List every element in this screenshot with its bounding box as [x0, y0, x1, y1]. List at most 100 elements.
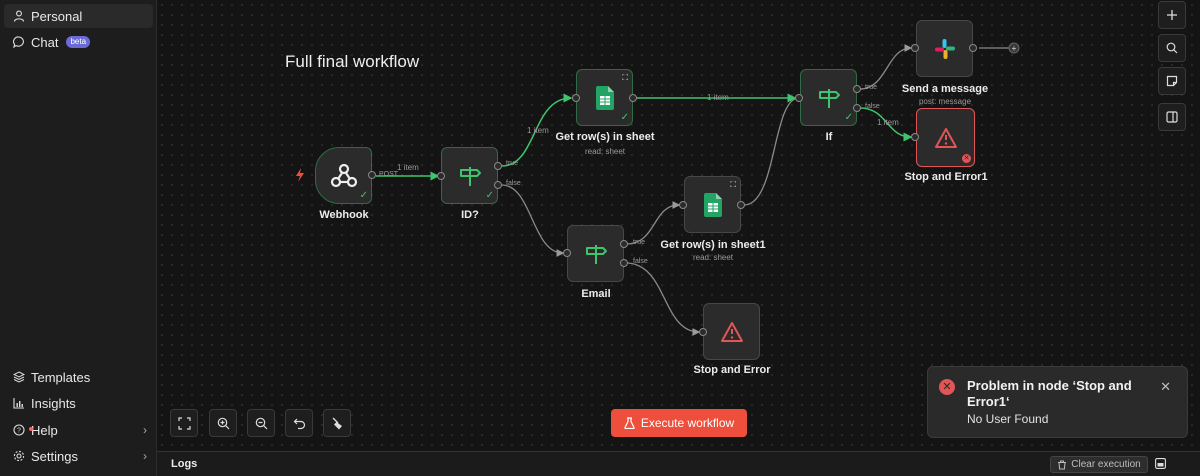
lightning-icon [296, 168, 304, 182]
clear-execution-button[interactable]: Clear execution [1050, 456, 1148, 473]
input-port[interactable] [699, 328, 707, 336]
input-port[interactable] [563, 249, 571, 257]
sticky-note-icon [1166, 75, 1178, 87]
input-port[interactable] [437, 172, 445, 180]
fit-view-button[interactable] [170, 409, 198, 437]
user-icon [12, 10, 25, 23]
node-subtitle: read: sheet [584, 147, 626, 156]
broom-icon [332, 417, 342, 429]
slack-icon [934, 38, 955, 59]
node-stop-and-error1[interactable]: ✕ [916, 108, 975, 167]
search-button[interactable] [1158, 34, 1186, 62]
logs-title: Logs [171, 458, 198, 470]
expand-icon[interactable]: ⛶ [730, 180, 736, 190]
error-x-icon: ✕ [962, 154, 971, 163]
node-stop-and-error[interactable] [703, 303, 760, 360]
sidebar-item-label: Personal [31, 8, 83, 24]
zoom-out-button[interactable] [247, 409, 275, 437]
node-webhook[interactable]: ✓ [315, 147, 372, 204]
google-sheets-icon [595, 85, 614, 110]
panel-icon [1166, 111, 1178, 123]
undo-button[interactable] [285, 409, 313, 437]
edge-label: 1 item [877, 118, 899, 127]
success-check-icon: ✓ [620, 112, 629, 123]
input-port[interactable] [572, 94, 580, 102]
sidebar-item-personal[interactable]: Personal [4, 4, 153, 28]
edge-sheet1-if [743, 97, 800, 206]
node-subtitle: read: sheet [692, 253, 734, 262]
plus-icon [1167, 10, 1177, 20]
execute-workflow-label: Execute workflow [640, 416, 735, 430]
fullscreen-icon [177, 416, 191, 430]
zoom-in-button[interactable] [209, 409, 237, 437]
chevron-right-icon: › [143, 423, 147, 437]
signpost-icon [818, 88, 840, 108]
chart-icon [12, 397, 25, 410]
sidebar-item-label: Help [31, 422, 58, 438]
output-port-false[interactable] [620, 259, 628, 267]
output-port-true[interactable] [620, 240, 628, 248]
chevron-right-icon: › [143, 449, 147, 463]
node-email[interactable] [567, 225, 624, 282]
sidebar: Personal Chat beta Templates Insights ? … [0, 0, 157, 476]
close-icon[interactable]: ✕ [1160, 379, 1171, 395]
sidebar-item-templates[interactable]: Templates [4, 365, 153, 389]
open-logs-icon[interactable] [1155, 458, 1166, 469]
success-check-icon: ✓ [359, 190, 368, 201]
google-sheets-icon [703, 192, 722, 217]
node-get-rows-sheet1[interactable]: ⛶ [684, 176, 741, 233]
warning-icon [720, 321, 743, 342]
flask-icon [624, 417, 635, 429]
output-port-true[interactable] [853, 85, 861, 93]
node-id-check[interactable]: ✓ [441, 147, 498, 204]
add-node-icon: + [1012, 44, 1017, 53]
expand-icon[interactable]: ⛶ [622, 73, 628, 83]
signpost-icon [459, 166, 481, 186]
toggle-panel-button[interactable] [1158, 103, 1186, 131]
trash-icon [1058, 460, 1067, 469]
sidebar-item-chat[interactable]: Chat beta [4, 30, 153, 54]
node-send-message[interactable] [916, 20, 973, 77]
execute-workflow-button[interactable]: Execute workflow [611, 409, 747, 437]
output-port[interactable] [737, 201, 745, 209]
input-port[interactable] [679, 201, 687, 209]
sidebar-item-label: Settings [31, 448, 78, 464]
error-circle-icon: ✕ [939, 379, 955, 395]
sidebar-item-label: Templates [31, 369, 91, 385]
output-port[interactable] [629, 94, 637, 102]
sidebar-item-label: Chat [31, 34, 59, 50]
search-icon [1166, 42, 1178, 54]
node-get-rows-sheet[interactable]: ⛶ ✓ [576, 69, 633, 126]
tidy-up-button[interactable] [323, 409, 351, 437]
output-port[interactable] [969, 44, 977, 52]
output-port-true[interactable] [494, 162, 502, 170]
node-subtitle: post: message [918, 97, 972, 106]
sticky-note-button[interactable] [1158, 67, 1186, 95]
clear-execution-label: Clear execution [1071, 459, 1141, 470]
layers-icon [12, 371, 25, 384]
node-label: Webhook [319, 209, 369, 221]
success-check-icon: ✓ [485, 190, 494, 201]
add-node-button[interactable] [1158, 1, 1186, 29]
port-label: true [506, 160, 519, 167]
input-port[interactable] [911, 44, 919, 52]
svg-text:?: ? [17, 428, 21, 435]
sidebar-item-label: Insights [31, 395, 76, 411]
logs-panel[interactable]: Logs Clear execution [157, 451, 1200, 476]
toast-message: No User Found [967, 412, 1049, 426]
sidebar-item-help[interactable]: ? Help › [4, 418, 153, 442]
output-port[interactable] [368, 171, 376, 179]
undo-icon [293, 418, 305, 429]
input-port[interactable] [795, 94, 803, 102]
output-port-false[interactable] [494, 181, 502, 189]
sidebar-item-settings[interactable]: Settings › [4, 444, 153, 468]
node-label: Stop and Error [693, 364, 771, 376]
node-if[interactable]: ✓ [800, 69, 857, 126]
output-port-false[interactable] [853, 104, 861, 112]
notification-dot [29, 426, 33, 431]
input-port[interactable] [911, 133, 919, 141]
edge-label: 1 item [397, 163, 419, 172]
help-icon: ? [12, 424, 33, 437]
sidebar-item-insights[interactable]: Insights [4, 391, 153, 415]
error-toast: ✕ Problem in node ‘Stop and Error1‘ No U… [927, 366, 1188, 438]
